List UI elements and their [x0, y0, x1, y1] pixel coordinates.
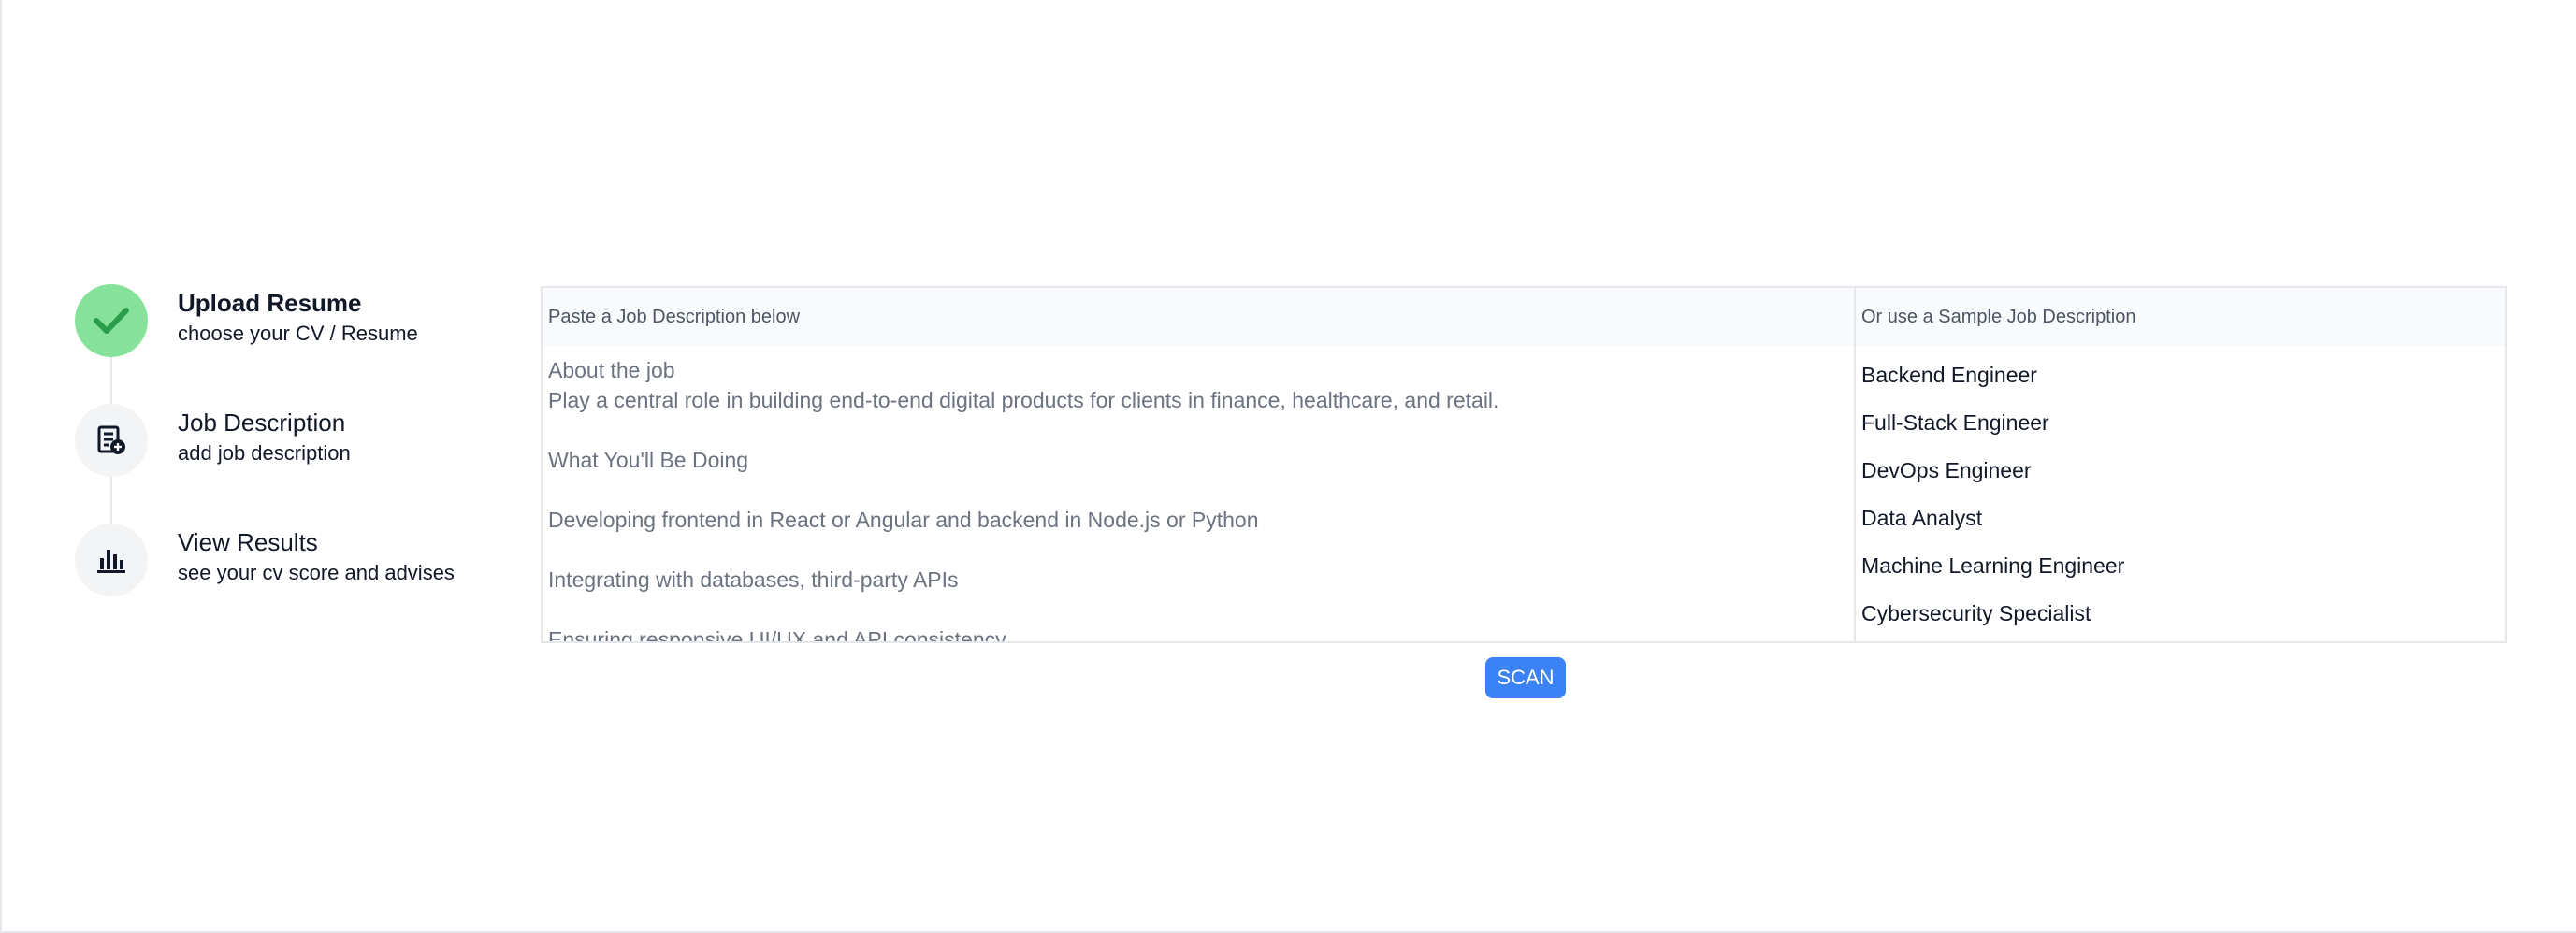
scan-button[interactable]: SCAN: [1485, 657, 1566, 698]
sample-item-backend-engineer[interactable]: Backend Engineer: [1861, 353, 2499, 401]
step-title: Upload Resume: [178, 289, 362, 317]
step-job-description[interactable]: Job Description add job description: [75, 404, 505, 524]
sample-item-data-analyst[interactable]: Data Analyst: [1861, 496, 2499, 544]
sample-item-cybersecurity-specialist[interactable]: Cybersecurity Specialist: [1861, 592, 2499, 639]
step-indicator: [75, 404, 148, 477]
step-connector: [110, 357, 112, 404]
stepper: Upload Resume choose your CV / Resume Jo…: [75, 284, 505, 643]
page: Upload Resume choose your CV / Resume Jo…: [0, 0, 2576, 933]
paste-column: Paste a Job Description below About the …: [543, 288, 1856, 641]
step-subtitle: choose your CV / Resume: [178, 322, 418, 345]
check-icon: [94, 308, 129, 334]
sample-list: Backend Engineer Full-Stack Engineer Dev…: [1856, 346, 2505, 639]
step-connector: [110, 477, 112, 524]
step-title: View Results: [178, 528, 318, 556]
sample-header: Or use a Sample Job Description: [1856, 288, 2505, 346]
step-text: Upload Resume choose your CV / Resume: [178, 284, 418, 348]
step-upload-resume[interactable]: Upload Resume choose your CV / Resume: [75, 284, 505, 404]
step-text: Job Description add job description: [178, 404, 351, 467]
step-completed-indicator: [75, 284, 148, 357]
job-description-textarea[interactable]: About the job Play a central role in bui…: [543, 346, 1854, 641]
step-title: Job Description: [178, 409, 346, 437]
bar-chart-icon: [97, 550, 125, 573]
step-subtitle: see your cv score and advises: [178, 561, 455, 584]
job-description-panel: Paste a Job Description below About the …: [541, 286, 2507, 643]
sample-column: Or use a Sample Job Description Backend …: [1856, 288, 2505, 641]
step-subtitle: add job description: [178, 441, 351, 465]
sample-item-devops-engineer[interactable]: DevOps Engineer: [1861, 449, 2499, 496]
document-add-icon: [97, 425, 125, 454]
sample-item-full-stack-engineer[interactable]: Full-Stack Engineer: [1861, 401, 2499, 449]
step-text: View Results see your cv score and advis…: [178, 524, 455, 587]
sample-item-machine-learning-engineer[interactable]: Machine Learning Engineer: [1861, 544, 2499, 592]
step-view-results[interactable]: View Results see your cv score and advis…: [75, 524, 505, 643]
paste-header: Paste a Job Description below: [543, 288, 1854, 346]
step-indicator: [75, 524, 148, 596]
